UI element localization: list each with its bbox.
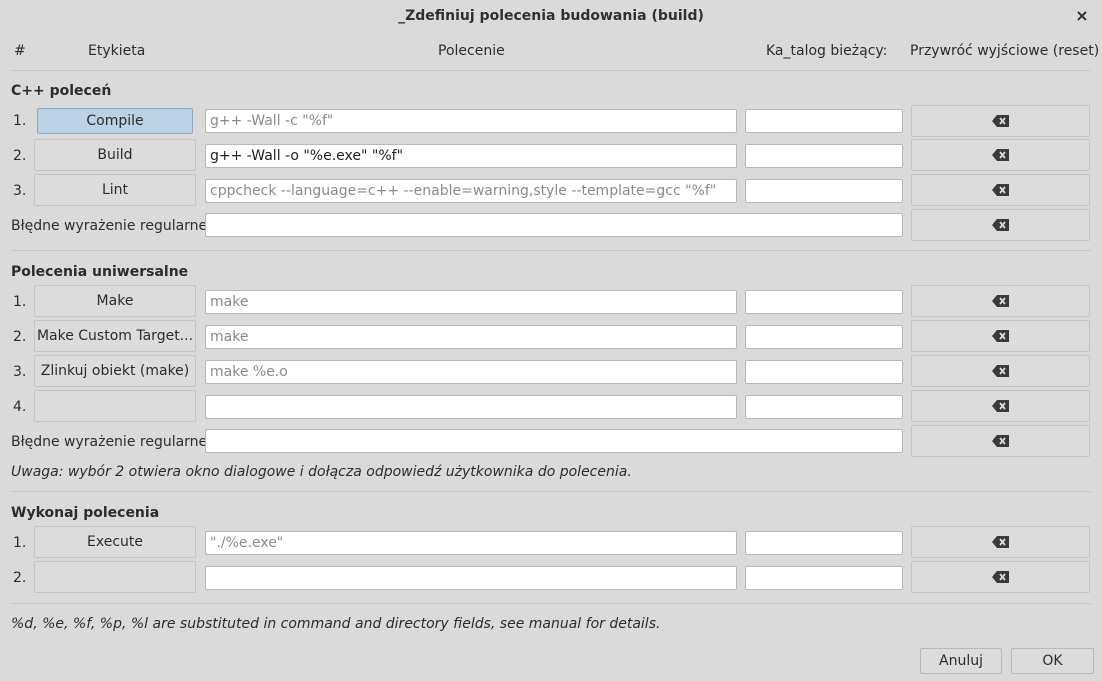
row-number: 4. — [13, 399, 27, 415]
universal-label-button-2[interactable]: Make Custom Target... — [34, 320, 196, 352]
execute-command-field-1[interactable]: "./%e.exe" — [205, 531, 737, 555]
clear-backspace-icon — [992, 330, 1009, 346]
clear-backspace-icon — [992, 219, 1009, 235]
cpp-regex-field[interactable] — [205, 213, 903, 237]
clear-backspace-icon — [992, 435, 1009, 451]
execute-directory-field-1[interactable] — [745, 531, 903, 555]
cpp-directory-field-3[interactable] — [745, 179, 903, 203]
universal-command-field-2[interactable]: make — [205, 325, 737, 349]
universal-command-field-3[interactable]: make %e.o — [205, 360, 737, 384]
universal-reset-button-1[interactable] — [911, 285, 1090, 317]
clear-backspace-icon — [992, 295, 1009, 311]
clear-backspace-icon — [992, 536, 1009, 552]
cpp-directory-field-2[interactable] — [745, 144, 903, 168]
universal-directory-field-3[interactable] — [745, 360, 903, 384]
section-title-universal: Polecenia uniwersalne — [11, 264, 189, 280]
universal-directory-field-1[interactable] — [745, 290, 903, 314]
cpp-regex-reset-button[interactable] — [911, 209, 1090, 241]
cpp-reset-button-1[interactable] — [911, 105, 1090, 137]
universal-reset-button-2[interactable] — [911, 320, 1090, 352]
clear-backspace-icon — [992, 365, 1009, 381]
window-title: _Zdefiniuj polecenia budowania (build) — [398, 8, 704, 24]
execute-label-button-1[interactable]: Execute — [34, 526, 196, 558]
cpp-reset-button-3[interactable] — [911, 174, 1090, 206]
cpp-regex-label: Błędne wyrażenie regularne: — [11, 218, 212, 234]
universal-command-field-4[interactable] — [205, 395, 737, 419]
close-icon[interactable]: × — [1072, 6, 1092, 26]
clear-backspace-icon — [992, 184, 1009, 200]
clear-backspace-icon — [992, 400, 1009, 416]
universal-label-button-3[interactable]: Zlinkuj obiekt (make) — [34, 355, 196, 387]
execute-reset-button-2[interactable] — [911, 561, 1090, 593]
row-number: 3. — [13, 364, 27, 380]
row-number: 2. — [13, 148, 27, 164]
cpp-command-field-3[interactable]: cppcheck --language=c++ --enable=warning… — [205, 179, 737, 203]
cpp-label-button-1[interactable]: Compile — [37, 108, 193, 134]
cpp-command-field-1[interactable]: g++ -Wall -c "%f" — [205, 109, 737, 133]
clear-backspace-icon — [992, 571, 1009, 587]
row-number: 2. — [13, 570, 27, 586]
clear-backspace-icon — [992, 149, 1009, 165]
separator — [11, 603, 1091, 604]
footer-note: %d, %e, %f, %p, %l are substituted in co… — [11, 616, 661, 632]
header-number: # — [14, 43, 26, 59]
row-number: 2. — [13, 329, 27, 345]
universal-command-field-1[interactable]: make — [205, 290, 737, 314]
cpp-label-button-3[interactable]: Lint — [34, 174, 196, 206]
universal-directory-field-2[interactable] — [745, 325, 903, 349]
row-number: 3. — [13, 183, 27, 199]
cpp-label-button-2[interactable]: Build — [34, 139, 196, 171]
section-title-execute: Wykonaj polecenia — [11, 505, 160, 521]
universal-regex-label: Błędne wyrażenie regularne: — [11, 434, 212, 450]
execute-reset-button-1[interactable] — [911, 526, 1090, 558]
universal-label-button-4[interactable] — [34, 390, 196, 422]
separator — [11, 250, 1091, 251]
universal-note: Uwaga: wybór 2 otwiera okno dialogowe i … — [11, 464, 632, 480]
header-directory: Ka_talog bieżący: — [766, 43, 888, 59]
section-title-cpp: C++ poleceń — [11, 83, 112, 99]
cancel-button[interactable]: Anuluj — [920, 648, 1002, 674]
header-label: Etykieta — [88, 43, 146, 59]
clear-backspace-icon — [992, 115, 1009, 131]
universal-reset-button-3[interactable] — [911, 355, 1090, 387]
universal-label-button-1[interactable]: Make — [34, 285, 196, 317]
universal-reset-button-4[interactable] — [911, 390, 1090, 422]
universal-directory-field-4[interactable] — [745, 395, 903, 419]
row-number: 1. — [13, 535, 27, 551]
header-reset: Przywróć wyjściowe (reset) — [910, 43, 1100, 59]
cpp-command-field-2[interactable]: g++ -Wall -o "%e.exe" "%f" — [205, 144, 737, 168]
universal-regex-field[interactable] — [205, 429, 903, 453]
separator — [11, 491, 1091, 492]
row-number: 1. — [13, 294, 27, 310]
separator — [11, 70, 1091, 71]
cpp-directory-field-1[interactable] — [745, 109, 903, 133]
row-number: 1. — [13, 113, 27, 129]
universal-regex-reset-button[interactable] — [911, 425, 1090, 457]
ok-button[interactable]: OK — [1011, 648, 1094, 674]
header-command: Polecenie — [438, 43, 505, 59]
execute-directory-field-2[interactable] — [745, 566, 903, 590]
cpp-reset-button-2[interactable] — [911, 139, 1090, 171]
execute-label-button-2[interactable] — [34, 561, 196, 593]
execute-command-field-2[interactable] — [205, 566, 737, 590]
